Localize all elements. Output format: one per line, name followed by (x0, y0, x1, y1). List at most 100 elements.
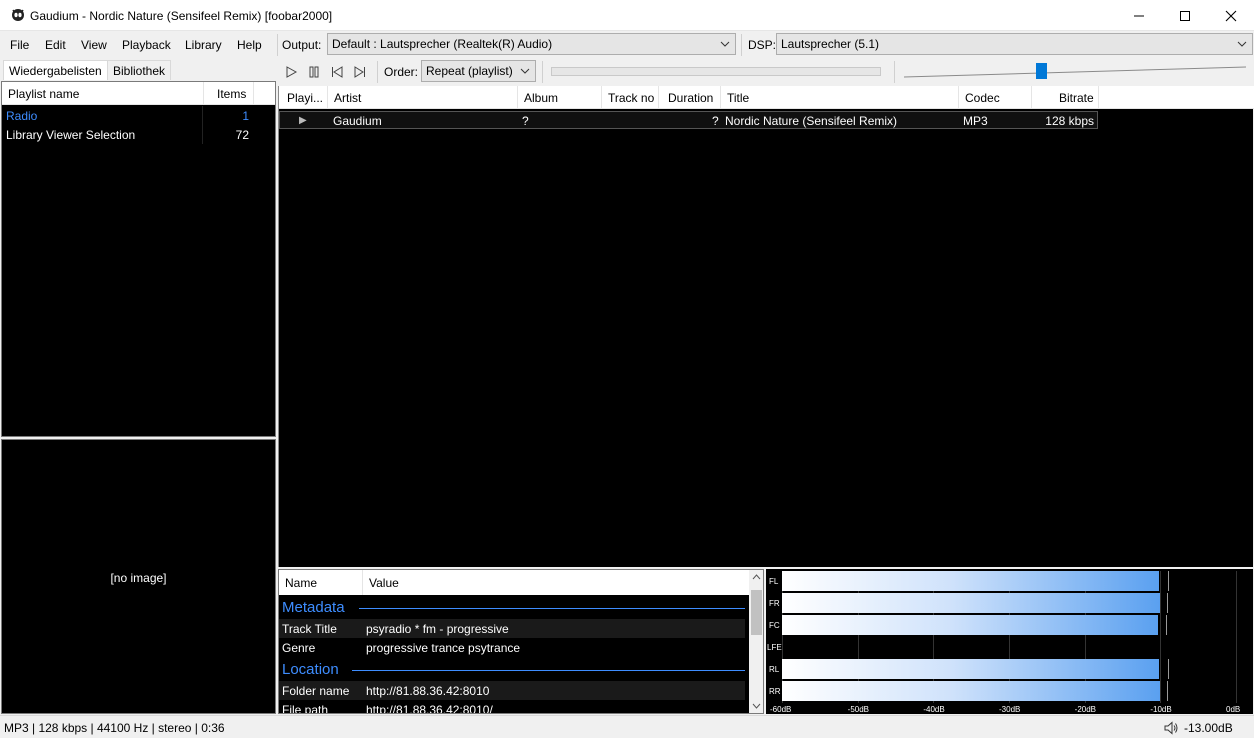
menu-playback[interactable]: Playback (122, 38, 171, 52)
order-label: Order: (384, 65, 419, 79)
column-divider[interactable] (362, 570, 363, 595)
speaker-icon[interactable] (1163, 720, 1179, 736)
meter-channel-label: FC (769, 621, 780, 630)
property-name: Track Title (282, 622, 337, 636)
menu-help[interactable]: Help (237, 38, 262, 52)
status-bar: MP3 | 128 kbps | 44100 Hz | stereo | 0:3… (0, 715, 1254, 738)
peak-meter: -60dB -50dB -40dB -30dB -20dB -10dB 0dB FL FR FC L… (766, 569, 1253, 714)
property-value: http://81.88.36.42:8010 (366, 684, 490, 698)
column-title[interactable]: Title (727, 91, 749, 105)
column-codec[interactable]: Codec (965, 91, 1000, 105)
meter-scale-label: -40dB (923, 705, 945, 714)
track-codec: MP3 (963, 114, 988, 128)
column-artist[interactable]: Artist (334, 91, 361, 105)
output-label: Output: (282, 38, 322, 52)
column-divider[interactable] (1031, 86, 1032, 109)
meter-scale-label: -30dB (999, 705, 1021, 714)
menu-library[interactable]: Library (185, 38, 222, 52)
window-title: Gaudium - Nordic Nature (Sensifeel Remix… (30, 9, 333, 23)
order-select[interactable]: Repeat (playlist) (421, 60, 536, 82)
volume-slider-thumb[interactable] (1035, 63, 1047, 79)
play-button[interactable] (282, 63, 300, 81)
menu-file[interactable]: File (10, 38, 29, 52)
scroll-up-icon[interactable] (752, 573, 761, 581)
chevron-down-icon (520, 68, 530, 74)
foobar-app-icon (12, 9, 24, 21)
column-playlist-name[interactable]: Playlist name (8, 87, 79, 101)
now-playing-icon: ▶ (299, 115, 307, 126)
column-divider[interactable] (253, 82, 254, 105)
group-divider (352, 670, 745, 671)
tab-wiedergabelisten[interactable]: Wiedergabelisten (3, 60, 108, 80)
meter-grid-line (1160, 571, 1162, 703)
property-row[interactable]: Folder name http://81.88.36.42:8010 (279, 681, 745, 700)
menu-bar: File Edit View Playback Library Help (0, 32, 277, 58)
album-art-panel: [no image] (1, 439, 276, 714)
column-value[interactable]: Value (369, 576, 399, 590)
row-divider (202, 106, 203, 144)
scrollbar-thumb[interactable] (751, 590, 762, 635)
properties-scrollbar[interactable] (749, 570, 763, 713)
track-album: ? (522, 114, 529, 128)
dsp-select[interactable]: Lautsprecher (5.1) (776, 33, 1253, 55)
column-divider[interactable] (601, 86, 602, 109)
meter-channel-label: RR (769, 687, 781, 696)
playlist-items: 72 (235, 128, 249, 142)
dsp-label: DSP: (748, 38, 777, 52)
group-location-title: Location (282, 661, 339, 678)
status-text: MP3 | 128 kbps | 44100 Hz | stereo | 0:3… (4, 721, 225, 735)
playlist-row-radio[interactable]: Radio 1 (2, 106, 275, 125)
dsp-value: Lautsprecher (5.1) (781, 37, 880, 51)
meter-peak-marker (1167, 571, 1169, 591)
column-album[interactable]: Album (524, 91, 558, 105)
playlist-view[interactable]: Playi... Artist Album Track no Duration … (278, 86, 1254, 567)
previous-button[interactable] (328, 63, 346, 81)
column-divider[interactable] (720, 86, 721, 109)
property-row[interactable]: File path http://81.88.36.42:8010/ (279, 700, 745, 713)
menu-view[interactable]: View (81, 38, 107, 52)
meter-scale-label: -60dB (770, 705, 792, 714)
play-icon (286, 66, 298, 78)
meter-channel-label: FR (769, 599, 780, 608)
group-metadata-title: Metadata (282, 599, 345, 616)
tab-bibliothek[interactable]: Bibliothek (107, 60, 172, 80)
column-name[interactable]: Name (285, 576, 317, 590)
minimize-button[interactable] (1116, 0, 1162, 31)
column-track-no[interactable]: Track no (608, 91, 654, 105)
close-button[interactable] (1208, 0, 1254, 31)
column-bitrate[interactable]: Bitrate (1059, 91, 1094, 105)
playlist-items: 1 (242, 109, 249, 123)
meter-peak-marker (1166, 615, 1168, 635)
property-row[interactable]: Genre progressive trance psytrance (279, 638, 745, 657)
meter-peak-marker (1167, 659, 1169, 679)
column-divider[interactable] (517, 86, 518, 109)
menu-edit[interactable]: Edit (45, 38, 66, 52)
pause-button[interactable] (305, 63, 323, 81)
column-divider[interactable] (203, 82, 204, 105)
chevron-down-icon (1237, 41, 1247, 47)
column-items[interactable]: Items (217, 87, 246, 101)
property-row[interactable]: Track Title psyradio * fm - progressive (279, 619, 745, 638)
next-button[interactable] (351, 63, 369, 81)
column-duration[interactable]: Duration (668, 91, 713, 105)
track-artist: Gaudium (333, 114, 382, 128)
playlist-manager: Playlist name Items Radio 1 Library View… (1, 81, 276, 437)
pause-icon (309, 66, 319, 78)
seek-bar[interactable] (551, 67, 881, 76)
scroll-down-icon[interactable] (752, 702, 761, 710)
toolbar-separator (377, 61, 378, 83)
maximize-button[interactable] (1162, 0, 1208, 31)
column-divider[interactable] (958, 86, 959, 109)
column-divider[interactable] (658, 86, 659, 109)
playlist-row-library-viewer[interactable]: Library Viewer Selection 72 (2, 125, 275, 144)
meter-grid-line (1236, 571, 1237, 703)
minimize-icon (1134, 15, 1144, 16)
title-bar: Gaudium - Nordic Nature (Sensifeel Remix… (0, 0, 1254, 31)
output-device-select[interactable]: Default : Lautsprecher (Realtek(R) Audio… (327, 33, 736, 55)
track-bitrate: 128 kbps (1045, 114, 1094, 128)
playlist-row[interactable]: ▶ Gaudium ? ? Nordic Nature (Sensifeel R… (279, 111, 1098, 129)
column-playing[interactable]: Playi... (287, 91, 323, 105)
column-divider[interactable] (327, 86, 328, 109)
volume-slider-track[interactable] (904, 65, 1246, 79)
column-divider[interactable] (1098, 86, 1099, 109)
